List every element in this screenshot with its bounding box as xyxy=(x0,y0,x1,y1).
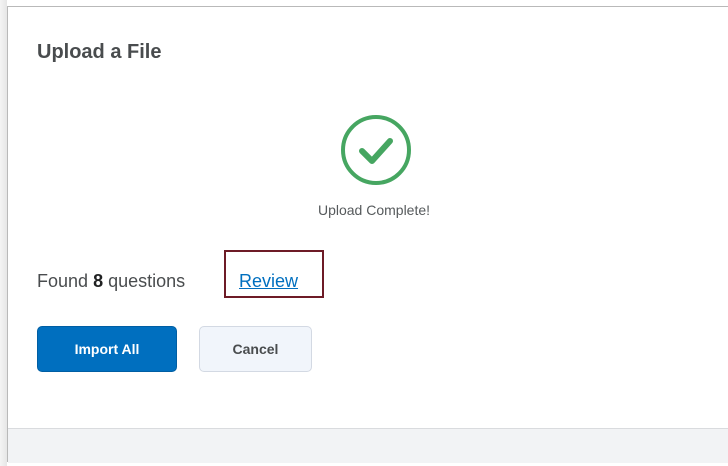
found-prefix: Found xyxy=(37,271,89,291)
review-link[interactable]: Review xyxy=(239,271,298,292)
cancel-button[interactable]: Cancel xyxy=(199,326,312,372)
check-circle-icon xyxy=(341,115,411,185)
found-questions-text: Found 8 questions xyxy=(37,271,185,292)
import-all-button[interactable]: Import All xyxy=(37,326,177,372)
dialog-title: Upload a File xyxy=(37,41,162,63)
upload-status-text: Upload Complete! xyxy=(317,202,431,218)
found-suffix: questions xyxy=(108,271,186,291)
window-edge xyxy=(0,0,7,466)
upload-dialog: Upload a File Upload Complete! Found 8 q… xyxy=(7,6,728,463)
dialog-footer xyxy=(8,428,728,463)
question-count: 8 xyxy=(93,271,104,291)
